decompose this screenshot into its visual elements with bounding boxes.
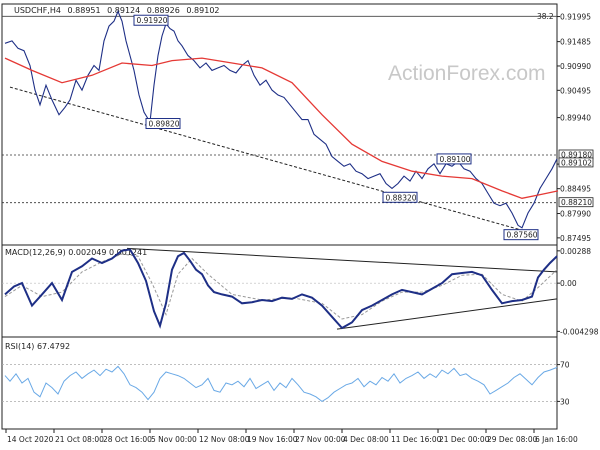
time-tick-label: 19 Nov 16:00	[247, 435, 298, 444]
forex-chart: USDCHF,H4 0.88951 0.89124 0.88926 0.8910…	[1, 3, 599, 444]
ohlc-close: 0.89102	[186, 6, 219, 15]
time-tick-label: 4 Dec 08:00	[343, 435, 389, 444]
time-tick-label: 5 Nov 00:00	[151, 435, 197, 444]
time-tick-label: 21 Dec 00:00	[439, 435, 490, 444]
ohlc-low: 0.88926	[147, 6, 180, 15]
annotation-label: 0.89820	[149, 120, 180, 129]
time-tick-label: 14 Oct 2020	[7, 435, 54, 444]
ohlc-open: 0.88951	[68, 6, 101, 15]
price-tick-label: 0.90990	[560, 62, 591, 71]
price-tick-label: 0.90495	[560, 86, 591, 95]
time-axis: 14 Oct 2020 21 Oct 08:00 28 Oct 16:00 5 Nov…	[5, 429, 578, 444]
price-tick-label: 0.91485	[560, 38, 591, 47]
rsi-tick-label: 70	[560, 361, 570, 370]
time-tick-label: 21 Oct 08:00	[55, 435, 104, 444]
ohlc-high: 0.89124	[107, 6, 140, 15]
watermark: ActionForex.com	[388, 62, 546, 85]
price-marker-label: 0.89102	[561, 158, 592, 167]
macd-tick-label: 0.00288	[560, 247, 591, 256]
time-tick-label: 6 Jan 16:00	[535, 435, 578, 444]
macd-axis: 0.00288 0.00 -0.004298	[557, 247, 599, 336]
price-tick-label: 0.87495	[560, 234, 591, 243]
price-tick-label: 0.87990	[560, 210, 591, 219]
time-tick-label: 11 Dec 16:00	[391, 435, 442, 444]
annotation-label: 0.87560	[507, 231, 538, 240]
macd-tick-label: -0.004298	[560, 327, 599, 336]
rsi-label: RSI(14) 67.4792	[5, 342, 70, 351]
macd-tick-label: 0.00	[560, 279, 577, 288]
price-tick-label: 0.91995	[560, 13, 591, 22]
time-tick-label: 28 Oct 16:00	[103, 435, 152, 444]
time-tick-label: 27 Nov 00:00	[295, 435, 346, 444]
rsi-axis: 70 30	[557, 361, 570, 406]
price-panel	[1, 3, 558, 246]
time-tick-label: 29 Dec 08:00	[487, 435, 538, 444]
annotation-label: 0.91920	[137, 16, 168, 25]
annotation-label: 0.88320	[386, 193, 417, 202]
rsi-tick-label: 30	[560, 397, 570, 406]
time-tick-label: 12 Nov 08:00	[199, 435, 250, 444]
price-tick-label: 0.88495	[560, 185, 591, 194]
annotation-label: 0.89100	[440, 155, 471, 164]
price-marker-label: 0.88210	[561, 198, 592, 207]
price-tick-label: 0.89940	[560, 114, 591, 123]
macd-panel	[1, 244, 558, 338]
price-axis: 0.919950.914850.909900.904950.899400.889…	[557, 13, 594, 243]
symbol-label: USDCHF,H4	[14, 6, 61, 15]
